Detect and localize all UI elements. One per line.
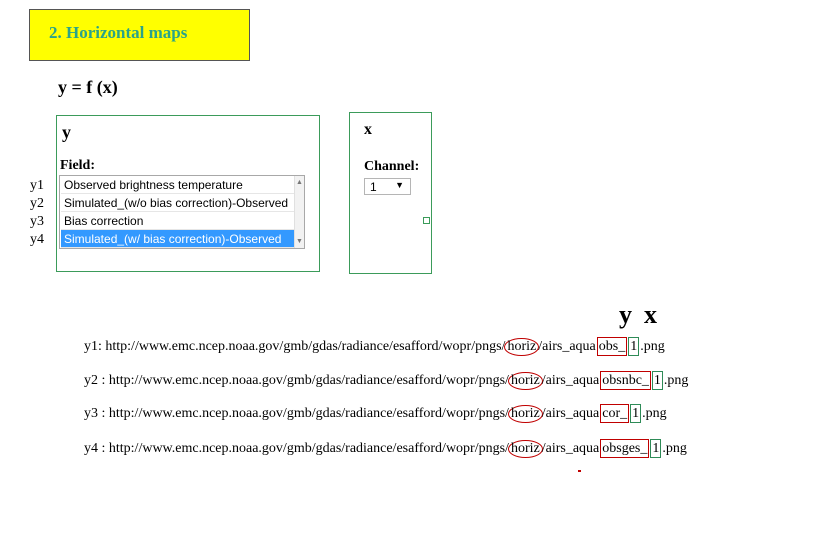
scroll-down-icon[interactable]: ▼ [296, 238, 303, 245]
url-prefix: y3 : http://www.emc.ncep.noaa.gov/gmb/gd… [84, 406, 509, 421]
dir-highlight: horiz [507, 405, 543, 423]
field-option-simulated-no-bias[interactable]: Simulated_(w/o bias correction)-Observed [61, 194, 297, 212]
field-option-bias-correction[interactable]: Bias correction [61, 212, 297, 230]
channel-highlight: 1 [630, 404, 642, 423]
url-line-y1: y1: http://www.emc.ncep.noaa.gov/gmb/gda… [84, 337, 665, 356]
field-highlight: obs_ [596, 337, 628, 356]
y-panel-title: y [62, 122, 71, 142]
chevron-down-icon[interactable]: ▼ [395, 180, 404, 190]
red-mark [578, 470, 581, 472]
url-mid: /airs_aqua [541, 406, 600, 421]
dir-highlight: horiz [507, 372, 543, 390]
field-highlight: cor_ [600, 404, 630, 423]
url-suffix: .png [642, 406, 667, 421]
dir-highlight: horiz [507, 440, 543, 458]
url-mid: /airs_aqua [538, 339, 596, 354]
channel-highlight: 1 [650, 439, 662, 458]
url-line-y3: y3 : http://www.emc.ncep.noaa.gov/gmb/gd… [84, 404, 667, 423]
url-prefix: y1: http://www.emc.ncep.noaa.gov/gmb/gda… [84, 339, 506, 354]
url-prefix: y4 : http://www.emc.ncep.noaa.gov/gmb/gd… [84, 441, 509, 456]
url-prefix: y2 : http://www.emc.ncep.noaa.gov/gmb/gd… [84, 373, 509, 388]
x-marker-label: x [644, 300, 657, 329]
y-marker-label: y [619, 300, 632, 329]
channel-highlight: 1 [628, 337, 640, 356]
listbox-scrollbar[interactable]: ▲ ▼ [294, 176, 304, 248]
section-header-box: 2. Horizontal maps [29, 9, 250, 61]
row-label-y1: y1 [30, 178, 44, 193]
url-suffix: .png [640, 339, 665, 354]
url-mid: /airs_aqua [541, 373, 600, 388]
field-option-simulated-bias[interactable]: Simulated_(w/ bias correction)-Observed [61, 230, 297, 248]
row-label-y2: y2 [30, 196, 44, 211]
row-label-y4: y4 [30, 232, 44, 247]
url-suffix: .png [662, 441, 687, 456]
section-title: 2. Horizontal maps [49, 23, 188, 42]
field-listbox[interactable]: Observed brightness temperature Simulate… [59, 175, 305, 249]
row-label-y3: y3 [30, 214, 44, 229]
channel-highlight: 1 [651, 371, 663, 390]
x-panel-title: x [364, 121, 372, 138]
field-option-observed[interactable]: Observed brightness temperature [61, 176, 297, 194]
channel-label: Channel: [364, 159, 420, 174]
url-suffix: .png [663, 373, 689, 388]
channel-selected-value: 1 [370, 180, 377, 194]
url-line-y2: y2 : http://www.emc.ncep.noaa.gov/gmb/gd… [84, 371, 688, 390]
y-panel: y Field: Observed brightness temperature… [56, 115, 320, 272]
scroll-up-icon[interactable]: ▲ [296, 179, 303, 186]
field-highlight: obsges_ [600, 439, 650, 458]
x-panel: x Channel: 1 ▼ [349, 112, 432, 274]
dir-highlight: horiz [504, 338, 540, 356]
url-mid: /airs_aqua [541, 441, 600, 456]
field-highlight: obsnbc_ [600, 371, 651, 390]
formula-label: y = f (x) [58, 77, 118, 97]
url-line-y4: y4 : http://www.emc.ncep.noaa.gov/gmb/gd… [84, 439, 687, 458]
resize-handle[interactable] [423, 217, 430, 224]
channel-select[interactable]: 1 ▼ [364, 178, 411, 195]
field-label: Field: [60, 158, 95, 173]
